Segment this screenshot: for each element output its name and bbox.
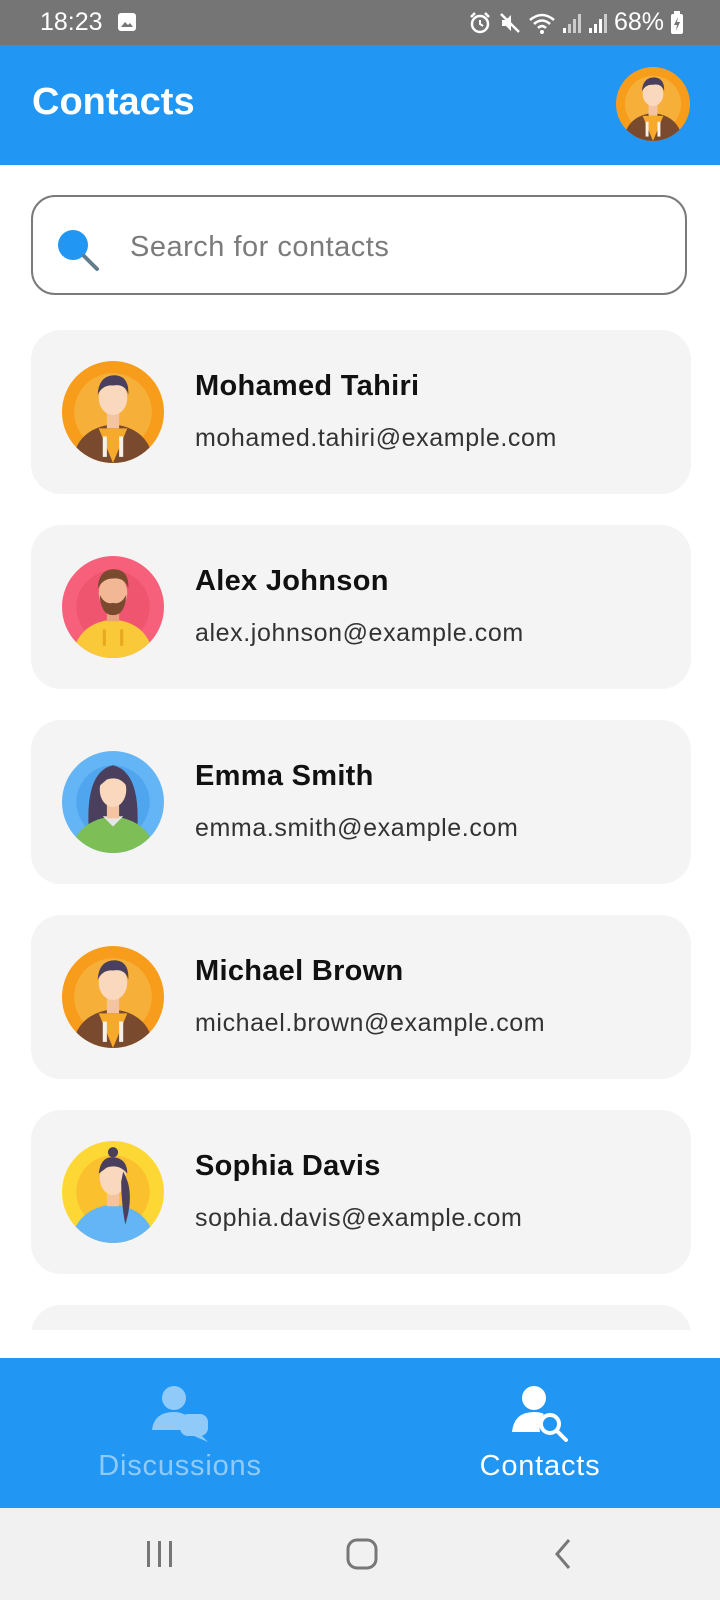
contact-avatar: [62, 361, 164, 463]
wifi-icon: [529, 13, 555, 34]
contact-card[interactable]: Mohamed Tahiri mohamed.tahiri@example.co…: [31, 330, 691, 494]
nav-contacts[interactable]: Contacts: [360, 1358, 720, 1508]
contact-name: Sophia Davis: [195, 1150, 381, 1182]
nav-label-contacts: Contacts: [479, 1450, 601, 1482]
contacts-search-icon: [512, 1386, 568, 1442]
alarm-icon: [470, 11, 490, 33]
contact-card[interactable]: Michael Brown michael.brown@example.com: [31, 915, 691, 1079]
battery-percent: 68%: [613, 8, 664, 36]
contact-name: Mohamed Tahiri: [195, 370, 420, 402]
app-bar: Contacts: [0, 45, 720, 165]
contact-card[interactable]: Alex Johnson alex.johnson@example.com: [31, 525, 691, 689]
contact-email: sophia.davis@example.com: [195, 1204, 523, 1232]
search-box[interactable]: [31, 195, 687, 295]
mute-icon: [500, 12, 520, 33]
contact-avatar: [62, 556, 164, 658]
contact-avatar: [62, 1141, 164, 1243]
contact-avatar: [62, 751, 164, 853]
contact-name: Emma Smith: [195, 760, 374, 792]
contact-name: Michael Brown: [195, 955, 404, 987]
back-icon[interactable]: [545, 1536, 585, 1572]
image-icon: [118, 13, 136, 31]
contact-card-partial[interactable]: [31, 1305, 691, 1330]
nav-label-discussions: Discussions: [98, 1450, 262, 1482]
system-nav-bar: [0, 1508, 720, 1600]
contact-email: mohamed.tahiri@example.com: [195, 424, 557, 452]
contact-email: michael.brown@example.com: [195, 1009, 546, 1037]
battery-charging-icon: [671, 10, 683, 34]
home-icon[interactable]: [342, 1536, 382, 1572]
contact-email: alex.johnson@example.com: [195, 619, 524, 647]
status-time: 18:23: [40, 8, 103, 36]
nav-discussions[interactable]: Discussions: [0, 1358, 360, 1508]
contact-list[interactable]: Mohamed Tahiri mohamed.tahiri@example.co…: [0, 330, 720, 1330]
page-title: Contacts: [32, 81, 195, 123]
signal-icon: [562, 13, 581, 33]
contact-name: Alex Johnson: [195, 565, 389, 597]
search-input[interactable]: [128, 219, 652, 275]
contact-avatar: [62, 946, 164, 1048]
status-icons: 68%: [468, 8, 684, 37]
bottom-nav: Discussions Contacts: [0, 1358, 720, 1508]
recents-icon[interactable]: [140, 1536, 180, 1572]
discussions-icon: [152, 1386, 208, 1442]
contact-card[interactable]: Emma Smith emma.smith@example.com: [31, 720, 691, 884]
search-icon: [58, 230, 99, 271]
signal-icon: [588, 13, 607, 33]
contact-email: emma.smith@example.com: [195, 814, 519, 842]
profile-avatar[interactable]: [616, 67, 690, 141]
contact-card[interactable]: Sophia Davis sophia.davis@example.com: [31, 1110, 691, 1274]
status-bar: 18:23 68%: [0, 0, 720, 45]
